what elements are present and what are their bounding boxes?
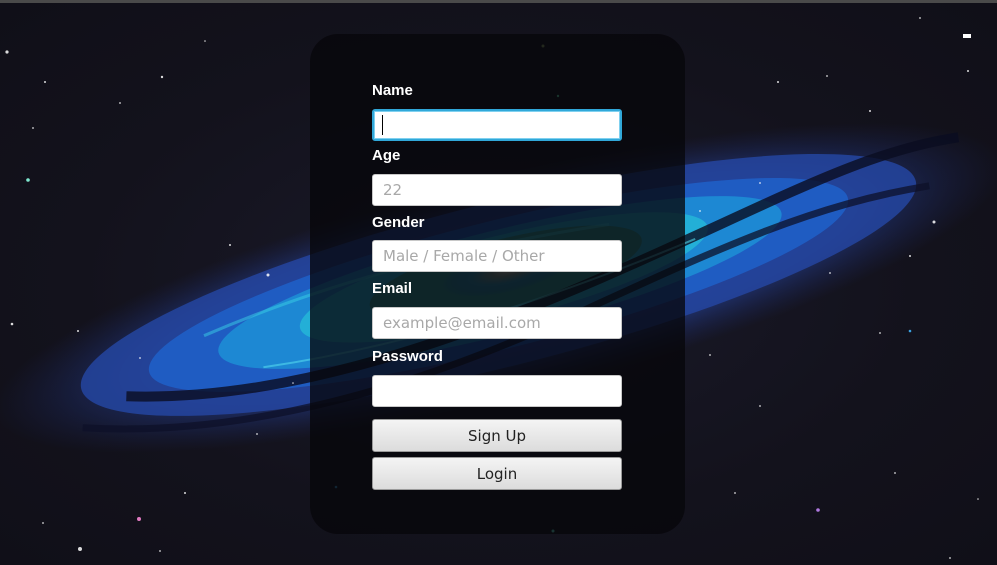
name-input[interactable] bbox=[372, 109, 622, 141]
signup-form-panel: Name Age Gender Email Password Sign Up L… bbox=[310, 34, 685, 534]
age-label: Age bbox=[372, 147, 401, 164]
email-label: Email bbox=[372, 280, 413, 297]
password-label: Password bbox=[372, 348, 443, 365]
signup-button[interactable]: Sign Up bbox=[372, 419, 622, 452]
email-input[interactable] bbox=[372, 307, 622, 339]
age-input[interactable] bbox=[372, 174, 622, 206]
gender-label: Gender bbox=[372, 214, 425, 231]
gender-input[interactable] bbox=[372, 240, 622, 272]
password-input[interactable] bbox=[372, 375, 622, 407]
text-caret bbox=[382, 115, 383, 135]
name-label: Name bbox=[372, 82, 413, 99]
login-button[interactable]: Login bbox=[372, 457, 622, 490]
